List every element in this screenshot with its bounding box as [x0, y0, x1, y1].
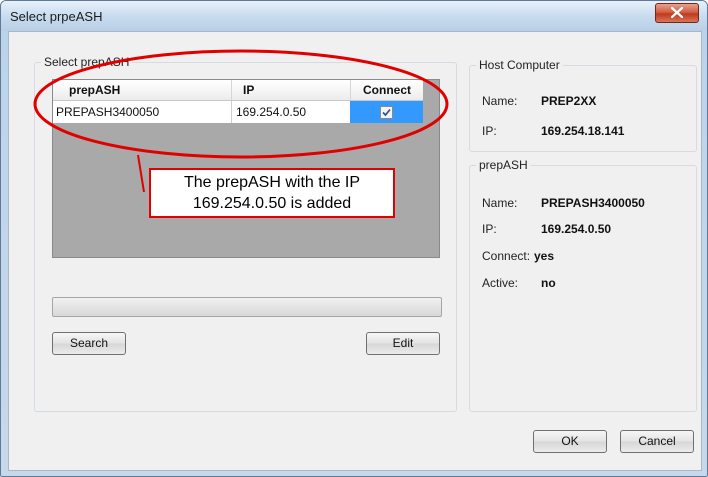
- window-title: Select prpeASH: [10, 9, 103, 24]
- prepash-ip-label: IP:: [482, 222, 497, 236]
- annotation-line-1: The prepASH with the IP: [183, 174, 361, 191]
- prepash-connect-value: yes: [534, 249, 555, 263]
- cancel-button[interactable]: Cancel: [620, 430, 694, 453]
- prepash-info-group: prepASH Name: PREPASH3400050 IP: 169.254…: [469, 158, 697, 412]
- host-name-label: Name:: [482, 94, 518, 108]
- ok-button[interactable]: OK: [533, 430, 607, 453]
- title-bar[interactable]: Select prpeASH: [1, 1, 707, 31]
- prepash-name-label: Name:: [482, 196, 518, 210]
- dialog-window: Select prpeASH Select prepASH prepASH IP…: [0, 0, 708, 477]
- prepash-info-legend: prepASH: [476, 158, 531, 172]
- host-name-value: PREP2XX: [541, 94, 597, 108]
- close-button[interactable]: [655, 3, 699, 23]
- annotation-callout: The prepASH with the IP 169.254.0.50 is …: [149, 168, 395, 218]
- prepash-active-label: Active:: [482, 276, 519, 290]
- host-computer-group: Host Computer Name: PREP2XX IP: 169.254.…: [469, 58, 697, 152]
- prepash-active-value: no: [541, 276, 556, 290]
- search-progress-bar: [52, 297, 442, 317]
- annotation-pointer-line: [137, 154, 145, 193]
- host-computer-legend: Host Computer: [476, 58, 563, 72]
- annotation-line-2: 169.254.0.50 is added: [192, 195, 352, 212]
- prepash-name-value: PREPASH3400050: [541, 196, 645, 210]
- annotation-ellipse: [33, 49, 449, 159]
- prepash-ip-value: 169.254.0.50: [541, 222, 612, 236]
- host-ip-label: IP:: [482, 124, 497, 138]
- prepash-connect-label: Connect:: [482, 249, 531, 263]
- edit-button[interactable]: Edit: [366, 332, 440, 355]
- close-icon: [671, 7, 683, 18]
- host-ip-value: 169.254.18.141: [541, 124, 625, 138]
- search-button[interactable]: Search: [52, 332, 126, 355]
